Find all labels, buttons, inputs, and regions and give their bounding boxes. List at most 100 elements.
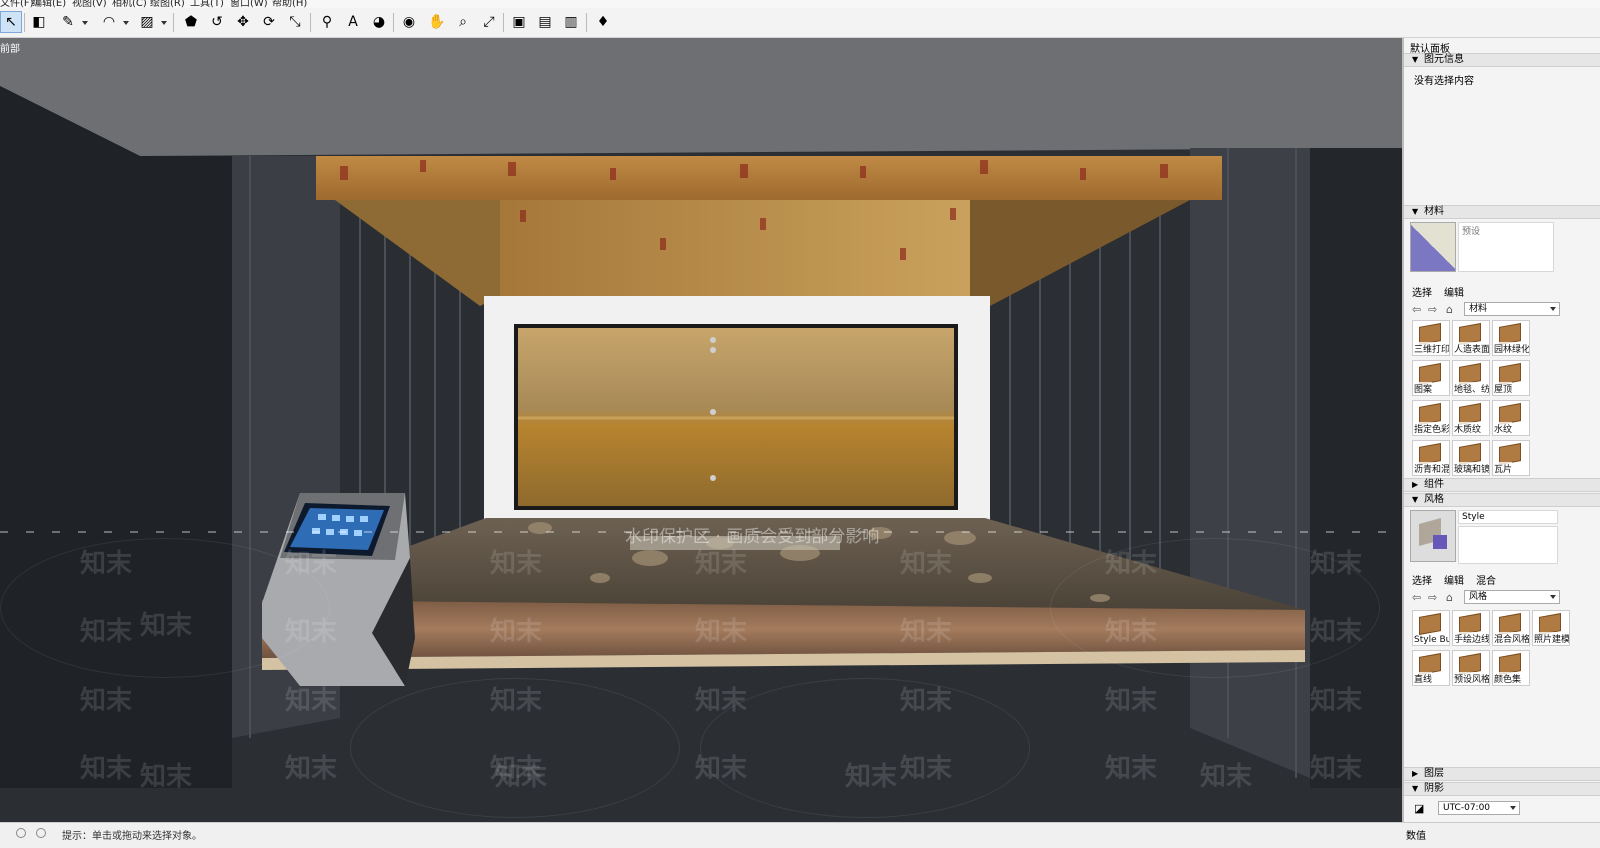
- eraser-icon[interactable]: ◧: [28, 11, 50, 33]
- offset-icon[interactable]: ↺: [206, 11, 228, 33]
- watermark-text: 知末: [490, 549, 543, 579]
- toolbar-separator: [393, 13, 394, 32]
- thumbnail-label: 瓦片: [1494, 462, 1513, 475]
- style-description-field[interactable]: [1458, 526, 1558, 564]
- dropdown-arrow-icon[interactable]: [82, 21, 88, 25]
- watermark-text: 知末: [1200, 762, 1253, 792]
- thumbnail-item[interactable]: 图案: [1412, 360, 1450, 396]
- toolbar-separator: [310, 13, 311, 32]
- ruby-console-icon[interactable]: ♦: [592, 11, 614, 33]
- thumbnail-item[interactable]: 混合风格: [1492, 610, 1530, 646]
- paint-bucket-icon[interactable]: ◕: [368, 11, 390, 33]
- thumbnail-item[interactable]: 手绘边线: [1452, 610, 1490, 646]
- menu-item[interactable]: 文件(F): [0, 0, 34, 8]
- thumbnail-label: Style Buil: [1414, 635, 1449, 645]
- watermark-text: 知末: [1105, 754, 1158, 784]
- thumbnail-item[interactable]: 园林绿化: [1492, 320, 1530, 356]
- thumbnail-item[interactable]: 地毯、纺织: [1452, 360, 1490, 396]
- styles-category-select[interactable]: 风格: [1464, 590, 1560, 604]
- credits-icon[interactable]: [36, 828, 46, 838]
- zoom-extents-icon[interactable]: ⤢: [478, 11, 500, 33]
- home-icon[interactable]: ⌂: [1446, 303, 1453, 316]
- tab-0[interactable]: 选择: [1412, 576, 1432, 587]
- share-model-icon[interactable]: ▥: [560, 11, 582, 33]
- scale-icon[interactable]: ⤡: [284, 11, 306, 33]
- dropdown-arrow-icon[interactable]: [161, 21, 167, 25]
- tab-2[interactable]: 混合: [1476, 576, 1496, 587]
- menu-item[interactable]: 帮助(H): [272, 0, 307, 8]
- style-thumbnail[interactable]: [1410, 510, 1456, 562]
- thumbnail-item[interactable]: 人造表面: [1452, 320, 1490, 356]
- thumbnail-label: 三维打印: [1414, 342, 1449, 355]
- zoom-icon[interactable]: ⌕: [452, 11, 474, 33]
- thumbnail-item[interactable]: 玻璃和镜: [1452, 440, 1490, 476]
- select-icon[interactable]: ↖: [0, 11, 22, 33]
- components-header[interactable]: ▶ 组件: [1404, 478, 1600, 492]
- back-icon[interactable]: ⇦: [1412, 591, 1421, 604]
- menu-item[interactable]: 工具(T): [190, 0, 224, 8]
- main-toolbar: ↖ ◧ ✎ ◠ ▨ ⬟ ↺ ✥ ⟳ ⤡ ⚲ A ◕ ◉ ✋ ⌕ ⤢ ▣ ▤ ▥ ♦: [0, 8, 1600, 38]
- push-pull-icon[interactable]: ⬟: [180, 11, 202, 33]
- shadows-header[interactable]: ▼ 阴影: [1404, 782, 1600, 796]
- menu-item[interactable]: 相机(C): [112, 0, 147, 8]
- shadow-toggle-icon[interactable]: ◪: [1414, 802, 1424, 815]
- extension-warehouse-icon[interactable]: ▤: [534, 11, 556, 33]
- menu-item[interactable]: 编辑(E): [32, 0, 66, 8]
- scene-tab-label[interactable]: 前部: [0, 40, 20, 55]
- text-icon[interactable]: A: [342, 11, 364, 33]
- rectangle-icon[interactable]: ▨: [136, 11, 158, 33]
- 3d-viewport[interactable]: 前部 水印保护区 · 画质会受到部分影响 知末 知末 知末 知末 知末 知末 知末 知末 知末知…: [0, 38, 1402, 822]
- arc-icon[interactable]: ◠: [98, 11, 120, 33]
- tape-measure-icon[interactable]: ⚲: [316, 11, 338, 33]
- entity-info-content: 没有选择内容: [1414, 76, 1474, 87]
- materials-header[interactable]: ▼ 材料: [1404, 205, 1600, 219]
- thumbnail-item[interactable]: 指定色彩: [1412, 400, 1450, 436]
- dropdown-arrow-icon[interactable]: [123, 21, 129, 25]
- back-icon[interactable]: ⇦: [1412, 303, 1421, 316]
- thumbnail-item[interactable]: 颜色集: [1492, 650, 1530, 686]
- thumbnail-label: 地毯、纺织: [1454, 382, 1489, 395]
- pencil-icon[interactable]: ✎: [57, 11, 79, 33]
- orbit-icon[interactable]: ◉: [398, 11, 420, 33]
- menu-item[interactable]: 视图(V): [72, 0, 107, 8]
- tab-1[interactable]: 编辑: [1444, 288, 1464, 299]
- thumbnail-item[interactable]: 水纹: [1492, 400, 1530, 436]
- style-name-field[interactable]: Style: [1458, 510, 1558, 524]
- materials-nav: ⇦ ⇨ ⌂ 材料: [1412, 302, 1600, 318]
- pan-icon[interactable]: ✋: [426, 11, 448, 33]
- thumbnail-item[interactable]: 直线: [1412, 650, 1450, 686]
- warehouse-icon[interactable]: ▣: [508, 11, 530, 33]
- thumbnail-item[interactable]: 屋顶: [1492, 360, 1530, 396]
- geo-location-icon[interactable]: [16, 828, 26, 838]
- materials-category-select[interactable]: 材料: [1464, 302, 1560, 316]
- thumbnail-label: 水纹: [1494, 422, 1513, 435]
- thumbnail-label: 直线: [1414, 672, 1433, 685]
- entity-info-header[interactable]: ▼ 图元信息: [1404, 53, 1600, 67]
- home-icon[interactable]: ⌂: [1446, 591, 1453, 604]
- tab-1[interactable]: 编辑: [1444, 576, 1464, 587]
- thumbnail-item[interactable]: 预设风格: [1452, 650, 1490, 686]
- thumbnail-item[interactable]: 沥青和混: [1412, 440, 1450, 476]
- rotate-icon[interactable]: ⟳: [258, 11, 280, 33]
- toolbar-separator: [586, 13, 587, 32]
- move-icon[interactable]: ✥: [232, 11, 254, 33]
- thumbnail-item[interactable]: Style Buil: [1412, 610, 1450, 646]
- default-tray: 默认面板 ▼ 图元信息 没有选择内容 ▼ 材料 预设 选择 编辑 ⇦ ⇨ ⌂ 材料 三…: [1402, 38, 1600, 822]
- tab-0[interactable]: 选择: [1412, 288, 1432, 299]
- watermark-text: 知末: [285, 754, 338, 784]
- layers-header[interactable]: ▶ 图层: [1404, 767, 1600, 781]
- thumbnail-item[interactable]: 木质纹: [1452, 400, 1490, 436]
- styles-tabs: 选择 编辑 混合: [1412, 572, 1508, 587]
- thumbnail-item[interactable]: 三维打印: [1412, 320, 1450, 356]
- styles-header[interactable]: ▼ 风格: [1404, 493, 1600, 507]
- thumbnail-item[interactable]: 瓦片: [1492, 440, 1530, 476]
- timezone-select[interactable]: UTC-07:00: [1438, 801, 1520, 815]
- menu-item[interactable]: 绘图(R): [150, 0, 185, 8]
- styles-nav: ⇦ ⇨ ⌂ 风格: [1412, 590, 1600, 606]
- forward-icon[interactable]: ⇨: [1428, 591, 1437, 604]
- forward-icon[interactable]: ⇨: [1428, 303, 1437, 316]
- material-swatch[interactable]: [1410, 222, 1456, 272]
- thumbnail-item[interactable]: 照片建模: [1532, 610, 1570, 646]
- material-preset-name[interactable]: 预设: [1462, 224, 1480, 237]
- menu-item[interactable]: 窗口(W): [230, 0, 268, 8]
